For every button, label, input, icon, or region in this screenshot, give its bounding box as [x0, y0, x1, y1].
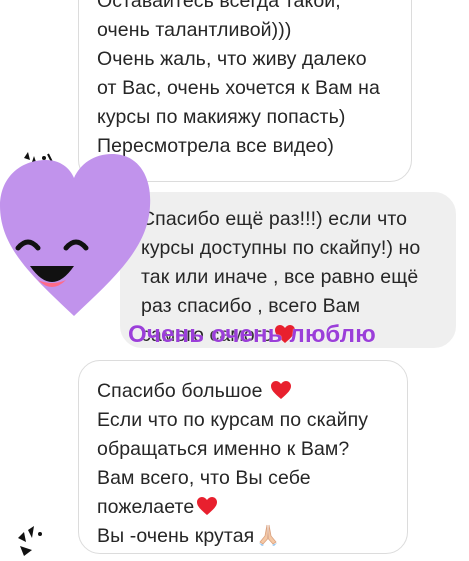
message-line-with-emoji: Вы -очень крутая: [97, 522, 389, 551]
message-line: Спасибо ещё раз!!!) если что: [141, 208, 408, 230]
avatar-icon[interactable]: [14, 516, 54, 556]
partial-emoji-icon: [290, 0, 314, 6]
message-line: курсы по макияжу попасть): [97, 106, 346, 128]
message-line: раз спасибо , всего Вам: [141, 295, 361, 317]
smiling-heart-sticker-icon: [0, 154, 151, 316]
message-line-with-emoji: Спасибо большое: [97, 377, 389, 406]
message-line: курсы доступны по скайпу!) но: [141, 237, 421, 259]
message-line: от Вас, очень хочется к Вам на: [97, 77, 380, 99]
message-line: пожелаете: [97, 496, 195, 518]
heart-emoji-icon: [271, 381, 292, 399]
message-line: так или иначе , все равно ещё: [141, 266, 419, 288]
message-line: очень талантливой))): [97, 19, 292, 41]
message-line-with-emoji: пожелаете: [97, 493, 389, 522]
message-line: обращаться именно к Вам?: [97, 438, 350, 460]
message-bubble-received-2[interactable]: Спасибо большое Если что по курсам по ск…: [78, 360, 408, 554]
sticker-text-line-1: Очень очень люблю: [128, 321, 376, 348]
message-line: Вы -очень крутая: [97, 525, 255, 547]
message-line: Очень жаль, что живу далеко: [97, 48, 367, 70]
message-line: Если что по курсам по скайпу: [97, 409, 369, 431]
message-line: Спасибо большое: [97, 380, 269, 402]
folded-hands-emoji-icon: [259, 524, 278, 546]
message-line: Оставайтесь всегда такой,: [97, 0, 341, 12]
message-line: Вам всего, что Вы себе: [97, 467, 311, 489]
heart-emoji-icon: [197, 497, 218, 515]
